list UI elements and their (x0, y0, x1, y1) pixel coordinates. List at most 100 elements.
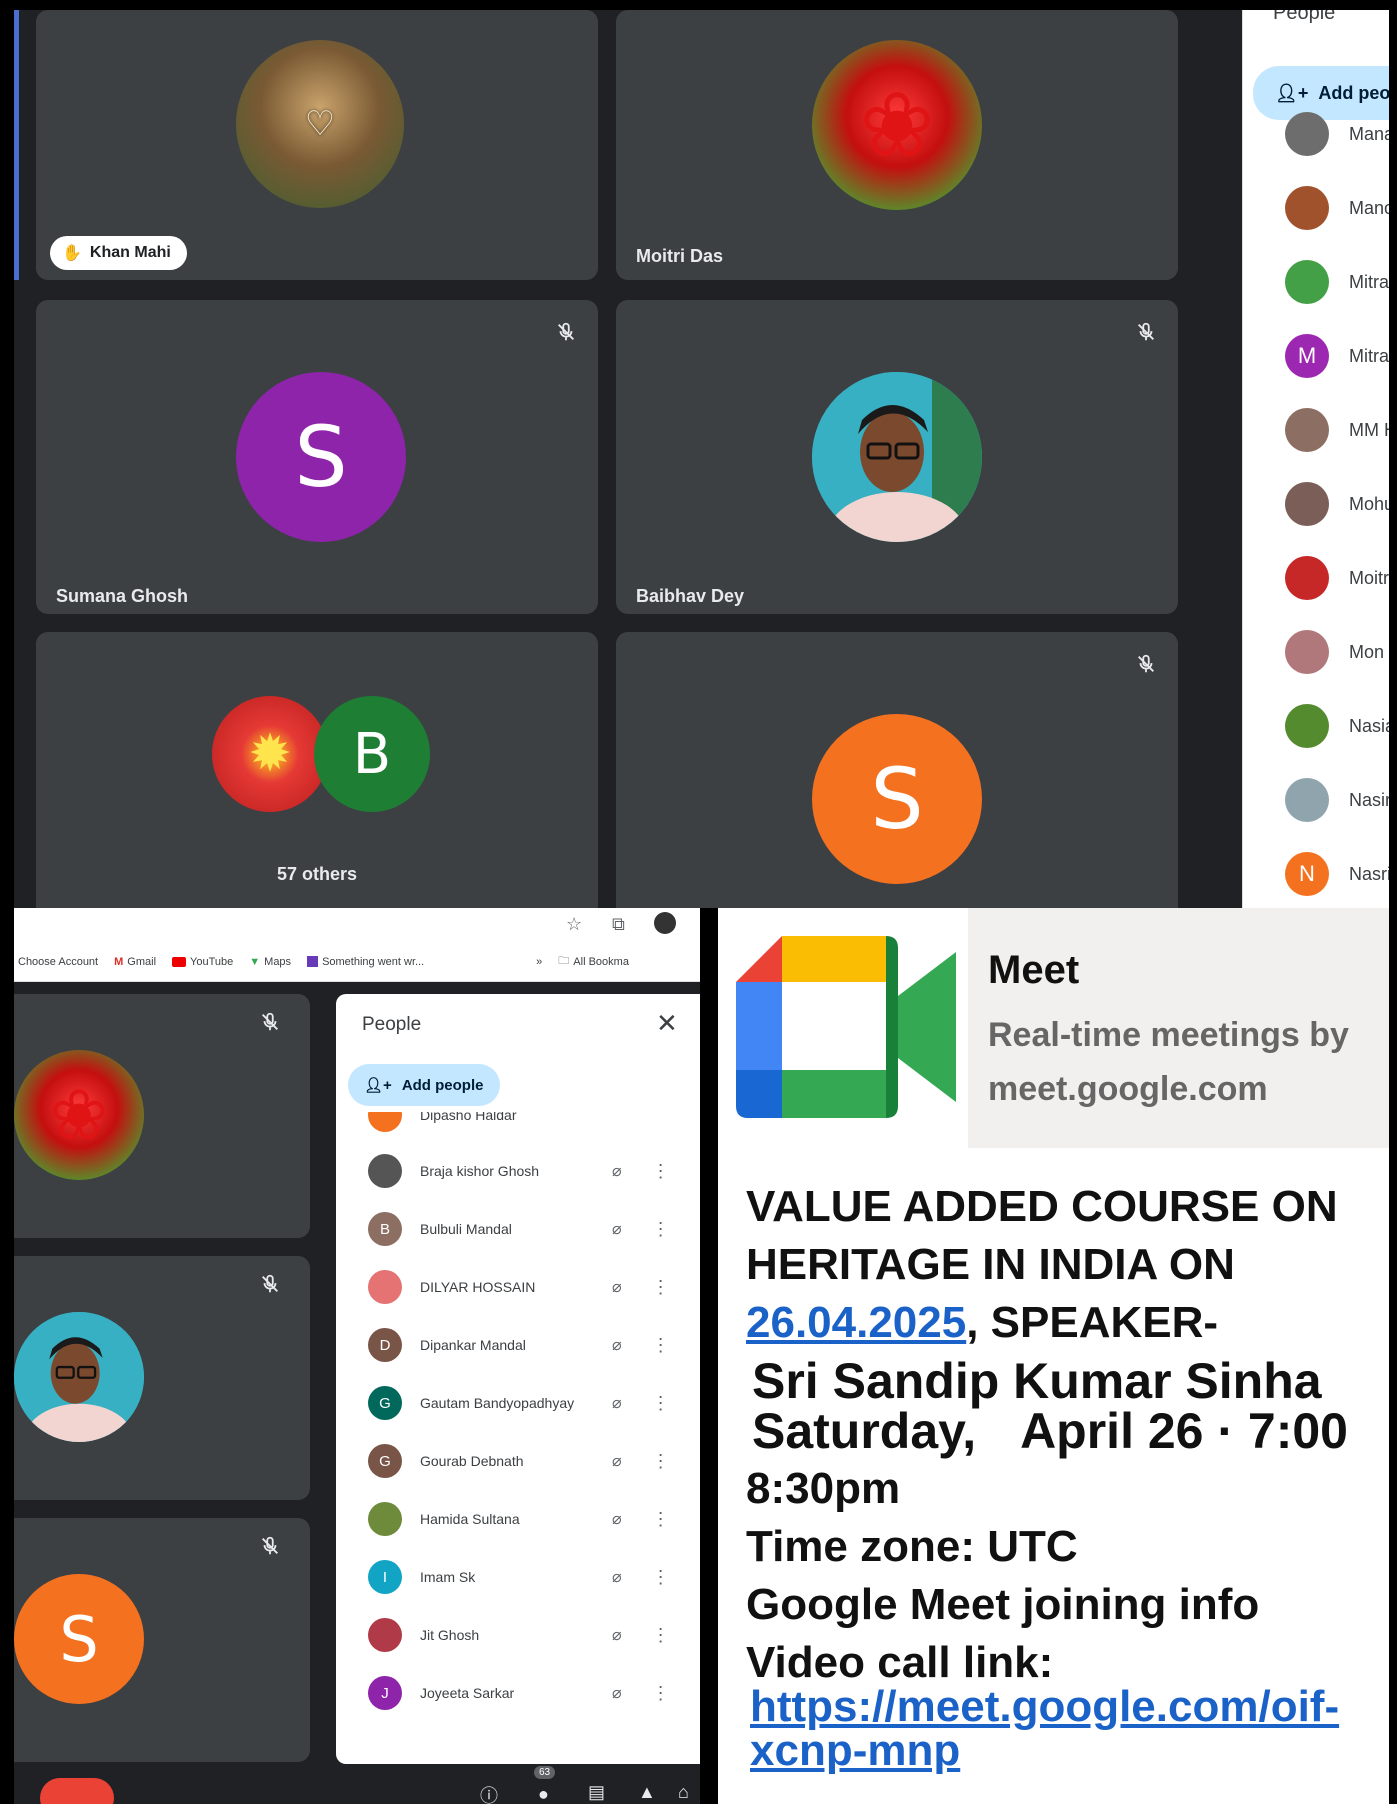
maps-pin-icon: ▼ (249, 955, 261, 968)
list-item[interactable]: Hamida Sultana ⌀ ⋮ (368, 1502, 678, 1536)
add-people-button[interactable]: 👤︎+ Add people (348, 1064, 500, 1106)
lock-icon[interactable]: ⌂ (678, 1782, 689, 1803)
date-link[interactable]: 26.04.2025 (746, 1298, 966, 1347)
list-item[interactable]: DILYAR HOSSAIN ⌀ ⋮ (368, 1270, 678, 1304)
participant-tile[interactable]: S (616, 632, 1178, 908)
bookmark-youtube[interactable]: YouTube (172, 956, 233, 968)
list-item[interactable]: Nasir A (1285, 778, 1389, 822)
extensions-icon[interactable]: ⧉ (612, 914, 625, 935)
avatar: G (368, 1386, 402, 1420)
list-item[interactable]: G Gourab Debnath ⌀ ⋮ (368, 1444, 678, 1478)
join-info-heading: Google Meet joining info (746, 1580, 1260, 1629)
person-name: Mitra I (1349, 271, 1389, 292)
sheets-icon (307, 956, 319, 967)
bookmark-maps[interactable]: ▼ Maps (249, 956, 291, 968)
person-name: Manas (1349, 123, 1389, 144)
chat-icon[interactable]: ▤ (588, 1782, 605, 1803)
participant-tile[interactable]: ✹ B 57 others (36, 632, 598, 908)
list-item[interactable]: Manoj (1285, 186, 1389, 230)
activities-icon[interactable]: ▲ (638, 1782, 656, 1803)
avatar-letter: D (379, 1336, 391, 1354)
overflow-chevron: » (536, 955, 543, 968)
all-bookmarks[interactable]: 🗀︎ All Bookma (558, 952, 629, 971)
more-options-icon[interactable]: ⋮ (652, 1393, 670, 1414)
more-options-icon[interactable]: ⋮ (652, 1277, 670, 1298)
avatar: S (14, 1574, 144, 1704)
bookmark-overflow[interactable]: » (536, 956, 542, 968)
list-item[interactable]: D Dipankar Mandal ⌀ ⋮ (368, 1328, 678, 1362)
list-item[interactable]: Braja kishor Ghosh ⌀ ⋮ (368, 1154, 678, 1188)
list-item[interactable]: Jit Ghosh ⌀ ⋮ (368, 1618, 678, 1652)
avatar: S (812, 714, 982, 884)
list-item[interactable]: I Imam Sk ⌀ ⋮ (368, 1560, 678, 1594)
bookmark-something-went-wrong[interactable]: Something went wr... (307, 956, 424, 968)
avatar (1285, 778, 1329, 822)
avatar: ♡ (236, 40, 404, 208)
more-options-icon[interactable]: ⋮ (652, 1683, 670, 1704)
list-item[interactable]: G Gautam Bandyopadhyay ⌀ ⋮ (368, 1386, 678, 1420)
list-item[interactable]: Dipasho Haldar (368, 1112, 570, 1132)
more-options-icon[interactable]: ⋮ (652, 1219, 670, 1240)
person-name: Nasrin (1349, 863, 1389, 884)
avatar: ❀ (812, 40, 982, 210)
avatar-letter: B (379, 1220, 390, 1238)
participant-tile[interactable]: ❀ Moitri Das (616, 10, 1178, 280)
bookmark-choose-account[interactable]: Choose Account (18, 956, 98, 968)
participant-count-badge: 63 (534, 1766, 556, 1779)
list-item[interactable]: MM Ha (1285, 408, 1389, 452)
avatar (14, 1312, 144, 1442)
leave-call-button[interactable] (40, 1778, 114, 1804)
profile-icon[interactable] (654, 912, 676, 934)
avatar-letter: G (379, 1452, 391, 1470)
more-options-icon[interactable]: ⋮ (652, 1335, 670, 1356)
more-options-icon[interactable]: ⋮ (652, 1567, 670, 1588)
more-options-icon[interactable]: ⋮ (652, 1451, 670, 1472)
participant-tile[interactable]: ♡ ✋ Khan Mahi (36, 10, 598, 280)
add-person-icon: 👤︎+ (1275, 82, 1309, 103)
participant-tile[interactable]: ❀ (14, 994, 310, 1238)
more-options-icon[interactable]: ⋮ (652, 1161, 670, 1182)
info-icon[interactable]: ⓘ (480, 1782, 498, 1804)
avatar (1285, 482, 1329, 526)
more-options-icon[interactable]: ⋮ (652, 1625, 670, 1646)
participant-tile[interactable]: S (14, 1518, 310, 1762)
participant-tile[interactable]: Baibhav Dey (616, 300, 1178, 614)
list-item[interactable]: M Mitra I (1285, 334, 1389, 378)
star-icon[interactable]: ☆ (566, 914, 582, 935)
event-end-time: 8:30pm (746, 1464, 901, 1513)
participant-tile[interactable]: S Sumana Ghosh (36, 300, 598, 614)
list-item[interactable]: Mon H (1285, 630, 1389, 674)
list-item[interactable]: N Nasrin (1285, 852, 1389, 896)
avatar (1285, 630, 1329, 674)
avatar (1285, 556, 1329, 600)
person-name: MM Ha (1349, 419, 1389, 440)
list-item[interactable]: B Bulbuli Mandal ⌀ ⋮ (368, 1212, 678, 1246)
flower-icon: ✹ (248, 724, 292, 784)
avatar: ❀ (14, 1050, 144, 1180)
bookmark-label: Something went wr... (322, 955, 425, 968)
link-preview-card[interactable]: Meet Real-time meetings by meet.google.c… (718, 908, 1389, 1148)
person-name: Gourab Debnath (420, 1453, 524, 1469)
list-item[interactable]: Moitri (1285, 556, 1389, 600)
message-body: VALUE ADDED COURSE ON HERITAGE IN INDIA … (746, 1178, 1348, 1780)
avatar-letter: J (381, 1684, 389, 1702)
list-item[interactable]: Mitra I (1285, 260, 1389, 304)
list-item[interactable]: J Joyeeta Sarkar ⌀ ⋮ (368, 1676, 678, 1710)
person-name: Moitri (1349, 567, 1389, 588)
more-options-icon[interactable]: ⋮ (652, 1509, 670, 1530)
people-list: Dipasho Haldar Braja kishor Ghosh ⌀ ⋮ B … (336, 1112, 700, 1764)
muted-mic-icon (1128, 646, 1164, 682)
bookmark-gmail[interactable]: M Gmail (114, 956, 156, 968)
muted-mic-icon (252, 1266, 288, 1302)
avatar (368, 1112, 402, 1132)
event-date-time: April 26 · 7:00 (1020, 1403, 1348, 1459)
muted-mic-icon: ⌀ (612, 1163, 622, 1180)
participant-tile[interactable] (14, 1256, 310, 1500)
people-icon[interactable]: ● (538, 1784, 549, 1804)
list-item[interactable]: Manas (1285, 112, 1389, 156)
avatar-letter: N (1299, 861, 1315, 886)
list-item[interactable]: Mohua (1285, 482, 1389, 526)
avatar: J (368, 1676, 402, 1710)
list-item[interactable]: Nasiar (1285, 704, 1389, 748)
close-icon[interactable]: ✕ (656, 1008, 678, 1039)
